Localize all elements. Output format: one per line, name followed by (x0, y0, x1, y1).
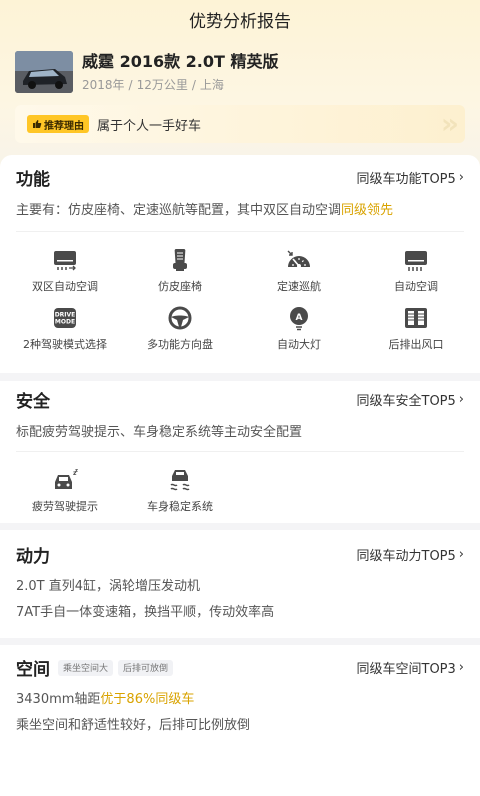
power-engine-text: 2.0T 直列4缸，涡轮增压发动机 (16, 579, 201, 594)
function-description: 主要有：仿皮座椅、定速巡航等配置，其中双区自动空调同级领先 (16, 202, 393, 220)
feature-leather-seat[interactable]: 仿皮座椅 (120, 247, 240, 295)
function-desc-text: 主要有：仿皮座椅、定速巡航等配置，其中双区自动空调 (16, 203, 342, 218)
chevron-right-icon: › (458, 660, 464, 675)
auto-headlight-icon: A (290, 307, 308, 331)
feature-dual-zone-ac[interactable]: 双区自动空调 (5, 247, 125, 295)
feature-label: 后排出风口 (388, 338, 444, 351)
feature-auto-ac[interactable]: 自动空调 (356, 247, 476, 295)
power-gearbox-text: 7AT手自一体变速箱，换挡平顺，传动效率高 (16, 605, 275, 620)
space-top3-label: 同级车空间TOP3 (356, 662, 456, 677)
power-header: 动力 同级车动力TOP5 › (16, 542, 464, 567)
car-mileage: 12万公里 (136, 78, 188, 92)
space-wheelbase-text: 3430mm轴距优于86%同级车 (16, 691, 194, 709)
car-thumbnail[interactable] (15, 51, 73, 93)
function-top5-link[interactable]: 同级车功能TOP5 › (357, 168, 465, 187)
meta-separator: / (128, 78, 133, 92)
power-section: 动力 同级车动力TOP5 › 2.0T 直列4缸，涡轮增压发动机 7AT手自一体… (0, 530, 480, 638)
thumbs-up-icon (33, 120, 42, 128)
car-title: 威霆 2016款 2.0T 精英版 (82, 52, 279, 71)
chevron-right-icon: › (458, 547, 464, 562)
feature-label: 定速巡航 (277, 280, 321, 293)
feature-label: 2种驾驶模式选择 (23, 338, 107, 351)
space-header: 空间 乘坐空间大 后排可放倒 同级车空间TOP3 › (16, 655, 464, 680)
page-title: 优势分析报告 (189, 12, 291, 32)
function-top5-label: 同级车功能TOP5 (356, 172, 456, 187)
recommend-reason-label: 推荐理由 (44, 120, 84, 132)
power-top5-label: 同级车动力TOP5 (356, 549, 456, 564)
svg-text:DRIVE: DRIVE (55, 312, 76, 319)
space-tag-fold: 后排可放倒 (118, 659, 174, 676)
svg-text:MODE: MODE (55, 319, 75, 326)
feature-label: 车身稳定系统 (147, 500, 213, 513)
auto-ac-icon (405, 251, 427, 271)
svg-text:z: z (75, 468, 78, 474)
recommend-reason-badge: 推荐理由 (27, 115, 89, 133)
function-section: 功能 同级车功能TOP5 › 主要有：仿皮座椅、定速巡航等配置，其中双区自动空调… (0, 155, 480, 373)
power-top5-link[interactable]: 同级车动力TOP5 › (357, 545, 465, 564)
feature-cruise-control[interactable]: 定速巡航 (239, 247, 359, 295)
feature-fatigue-warning[interactable]: zz 疲劳驾驶提示 (5, 467, 125, 515)
safety-top5-label: 同级车安全TOP5 (356, 394, 456, 409)
power-title: 动力 (16, 547, 50, 567)
function-title: 功能 (16, 170, 50, 190)
space-tag-roomy: 乘坐空间大 (58, 659, 114, 676)
safety-top5-link[interactable]: 同级车安全TOP5 › (357, 390, 465, 409)
cruise-control-icon (287, 250, 310, 268)
car-meta: 2018年 / 12万公里 / 上海 (82, 77, 224, 93)
feature-label: 自动大灯 (277, 338, 321, 351)
dual-zone-ac-icon (54, 251, 76, 271)
car-city: 上海 (199, 78, 224, 92)
function-header: 功能 同级车功能TOP5 › (16, 165, 464, 190)
feature-label: 双区自动空调 (32, 280, 98, 293)
safety-description: 标配疲劳驾驶提示、车身稳定系统等主动安全配置 (16, 425, 303, 440)
car-year: 2018年 (82, 78, 125, 92)
feature-label: 疲劳驾驶提示 (32, 500, 98, 513)
leather-seat-icon (173, 249, 187, 271)
recommend-reason-text: 属于个人一手好车 (97, 118, 202, 134)
safety-title: 安全 (16, 392, 50, 412)
feature-label: 自动空调 (394, 280, 438, 293)
safety-section: 安全 同级车安全TOP5 › 标配疲劳驾驶提示、车身稳定系统等主动安全配置 zz… (0, 373, 480, 523)
divider (16, 231, 464, 232)
chevron-right-icon: › (458, 170, 464, 185)
feature-drive-mode[interactable]: DRIVE MODE 2种驾驶模式选择 (5, 305, 125, 353)
space-wheelbase-highlight: 优于86%同级车 (100, 692, 195, 707)
stability-control-icon (170, 470, 190, 491)
space-comfort-text: 乘坐空间和舒适性较好，后排可比例放倒 (16, 718, 251, 733)
drive-mode-icon: DRIVEMODE (54, 308, 76, 328)
feature-stability-control[interactable]: 车身稳定系统 (120, 467, 240, 515)
space-title: 空间 (16, 660, 50, 680)
feature-steering-wheel[interactable]: 多功能方向盘 (120, 305, 240, 353)
svg-text:A: A (296, 313, 303, 323)
space-section: 空间 乘坐空间大 后排可放倒 同级车空间TOP3 › 3430mm轴距优于86%… (0, 645, 480, 796)
steering-wheel-icon (168, 306, 192, 330)
feature-label: 仿皮座椅 (158, 280, 202, 293)
divider (16, 451, 464, 452)
space-title-group: 空间 乘坐空间大 后排可放倒 (16, 655, 174, 680)
decorative-arrows-icon: » (440, 107, 459, 140)
rear-vent-icon (405, 308, 427, 328)
recommend-reason-card: 推荐理由 属于个人一手好车 » (15, 105, 465, 143)
meta-separator: / (191, 78, 196, 92)
fatigue-warning-icon: zz (55, 468, 78, 489)
space-top3-link[interactable]: 同级车空间TOP3 › (357, 658, 465, 677)
feature-label: 多功能方向盘 (147, 338, 213, 351)
feature-auto-headlight[interactable]: A 自动大灯 (239, 305, 359, 353)
space-wheelbase-value: 3430mm轴距 (16, 692, 101, 707)
safety-header: 安全 同级车安全TOP5 › (16, 387, 464, 412)
function-desc-highlight: 同级领先 (341, 203, 394, 218)
chevron-right-icon: › (458, 392, 464, 407)
feature-rear-vent[interactable]: 后排出风口 (356, 305, 476, 353)
